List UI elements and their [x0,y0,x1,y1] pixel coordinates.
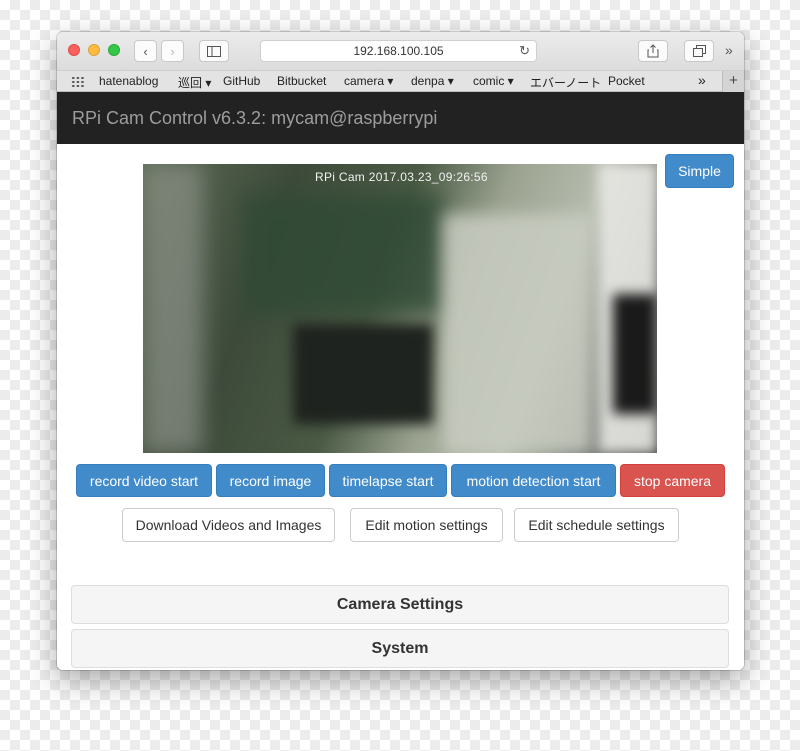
forward-icon[interactable]: › [161,40,184,62]
zoom-window-button[interactable] [108,44,120,56]
camera-settings-panel[interactable]: Camera Settings [71,585,729,624]
sidebar-icon[interactable] [199,40,229,62]
stop-camera-button[interactable]: stop camera [620,464,725,497]
minimize-window-button[interactable] [88,44,100,56]
browser-window: ‹ › 192.168.100.105 ↻ » hatenablog 巡回 ▾ … [57,32,744,670]
motion-detection-start-button[interactable]: motion detection start [451,464,616,497]
timelapse-start-button[interactable]: timelapse start [329,464,447,497]
app-title[interactable]: RPi Cam Control v6.3.2: mycam@raspberryp… [72,108,437,129]
preview-timestamp-overlay: RPi Cam 2017.03.23_09:26:56 [315,170,488,184]
top-sites-grid-icon[interactable] [71,76,85,88]
bookmark-junkai[interactable]: 巡回 ▾ [178,74,211,91]
bookmark-evernote[interactable]: エバーノート [530,74,601,91]
new-tab-button[interactable]: + [722,71,744,92]
browser-toolbar: ‹ › 192.168.100.105 ↻ » [57,32,744,70]
close-window-button[interactable] [68,44,80,56]
address-bar[interactable]: 192.168.100.105 ↻ [260,40,537,62]
record-image-button[interactable]: record image [216,464,325,497]
reload-icon[interactable]: ↻ [519,43,530,59]
app-navbar: RPi Cam Control v6.3.2: mycam@raspberryp… [57,92,744,144]
toolbar-overflow-icon[interactable]: » [725,42,733,58]
bookmark-denpa[interactable]: denpa ▾ [411,74,454,88]
address-text: 192.168.100.105 [353,44,444,58]
bookmark-hatenablog[interactable]: hatenablog [99,74,158,88]
edit-motion-settings-button[interactable]: Edit motion settings [350,508,503,542]
edit-schedule-settings-button[interactable]: Edit schedule settings [514,508,679,542]
share-icon[interactable] [638,40,668,62]
main-content: RPi Cam 2017.03.23_09:26:56 Simple recor… [57,144,744,670]
system-panel[interactable]: System [71,629,729,668]
bookmark-bitbucket[interactable]: Bitbucket [277,74,326,88]
download-videos-images-button[interactable]: Download Videos and Images [122,508,335,542]
camera-preview-image: RPi Cam 2017.03.23_09:26:56 [143,164,657,453]
bookmarks-overflow-icon[interactable]: » [698,72,706,88]
record-video-start-button[interactable]: record video start [76,464,212,497]
bookmark-comic[interactable]: comic ▾ [473,74,514,88]
bookmark-pocket[interactable]: Pocket [608,74,645,88]
bookmarks-bar: hatenablog 巡回 ▾ GitHub Bitbucket camera … [57,70,744,92]
bookmark-camera[interactable]: camera ▾ [344,74,393,88]
back-icon[interactable]: ‹ [134,40,157,62]
simple-button[interactable]: Simple [665,154,734,188]
bookmark-github[interactable]: GitHub [223,74,260,88]
tabs-overview-icon[interactable] [684,40,714,62]
